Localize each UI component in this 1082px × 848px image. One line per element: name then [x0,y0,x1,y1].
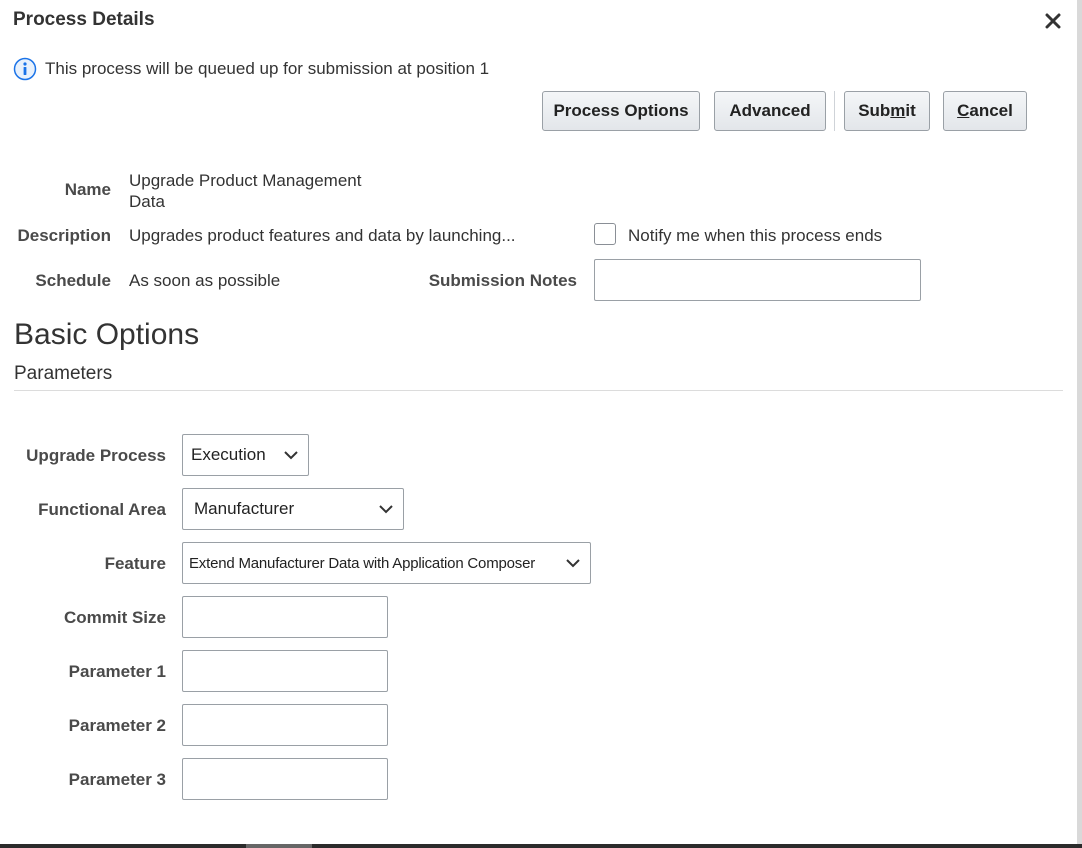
advanced-button[interactable]: Advanced [714,91,826,131]
submission-notes-input[interactable] [594,259,921,301]
upgrade-process-value: Execution [191,445,266,464]
process-options-button[interactable]: Process Options [542,91,700,131]
parameters-heading: Parameters [14,363,113,384]
notify-checkbox[interactable] [594,223,616,245]
commit-size-label: Commit Size [63,608,166,627]
submission-notes-label: Submission Notes [428,271,577,290]
functional-area-value: Manufacturer [194,499,295,518]
schedule-value: As soon as possible [129,271,281,290]
submit-mnemonic: m [890,101,906,120]
parameter-2-label: Parameter 2 [68,716,166,735]
toolbar-separator [834,91,835,131]
section-title: Basic Options [14,318,200,351]
cancel-button[interactable]: Cancel [943,91,1027,131]
name-label: Name [64,180,111,199]
feature-select[interactable]: Extend Manufacturer Data with Applicatio… [182,542,591,584]
window-edge-right [1077,0,1082,848]
submit-button[interactable]: Sub m it [844,91,930,131]
dialog-title: Process Details [13,9,155,30]
description-label: Description [17,226,111,245]
parameter-2-input[interactable] [182,704,388,746]
parameter-1-label: Parameter 1 [68,662,166,681]
commit-size-input[interactable] [182,596,388,638]
chevron-down-icon [379,505,393,514]
process-details-dialog: Process Details This process will be que… [0,0,1077,844]
schedule-label: Schedule [35,271,111,290]
info-icon [13,57,37,81]
parameter-3-input[interactable] [182,758,388,800]
upgrade-process-select[interactable]: Execution [182,434,309,476]
functional-area-select[interactable]: Manufacturer [182,488,404,530]
feature-value: Extend Manufacturer Data with Applicatio… [189,554,536,572]
window-edge-bottom [0,844,1082,848]
section-divider [14,390,1063,391]
chevron-down-icon [284,451,298,460]
close-icon [1045,13,1061,29]
info-message: This process will be queued up for submi… [13,57,489,81]
parameter-3-label: Parameter 3 [68,770,166,789]
info-message-text: This process will be queued up for submi… [45,59,490,78]
upgrade-process-label: Upgrade Process [26,446,166,465]
feature-label: Feature [104,554,166,573]
parameter-1-input[interactable] [182,650,388,692]
name-value: Upgrade Product Management Data [129,171,362,211]
description-value: Upgrades product features and data by la… [129,226,516,245]
close-button[interactable] [1040,8,1066,34]
functional-area-label: Functional Area [38,500,166,519]
notify-label: Notify me when this process ends [628,226,883,245]
cancel-mnemonic: C [957,101,970,120]
chevron-down-icon [566,559,580,568]
